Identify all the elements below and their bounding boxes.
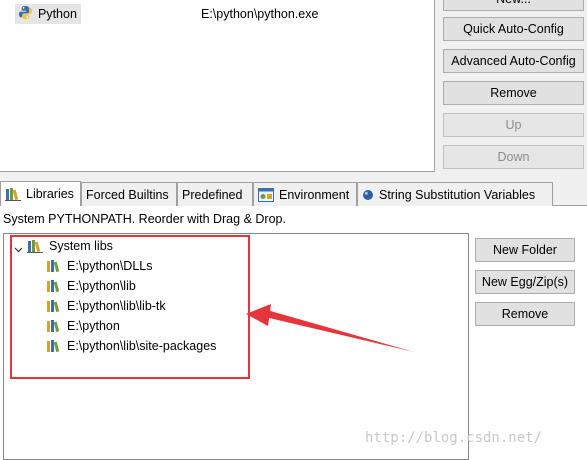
tree-item[interactable]: E:\python\lib\lib-tk — [46, 296, 166, 316]
python-icon — [18, 5, 33, 23]
interpreter-list[interactable]: Python E:\python\python.exe — [0, 0, 435, 172]
system-libs-tree[interactable]: System libs E:\python\DLLs E:\python\lib… — [3, 233, 469, 460]
tree-item[interactable]: E:\python\lib\site-packages — [46, 336, 216, 356]
interpreter-row-python[interactable]: Python E:\python\python.exe — [15, 4, 435, 24]
tab-forced-builtins-label: Forced Builtins — [86, 187, 169, 202]
tab-strip: Libraries Forced Builtins Predefined Env… — [0, 181, 587, 206]
quick-auto-config-button[interactable]: Quick Auto-Config — [443, 17, 584, 41]
tab-libraries[interactable]: Libraries — [0, 181, 81, 206]
tab-libraries-label: Libraries — [26, 187, 74, 201]
pythonpath-hint: System PYTHONPATH. Reorder with Drag & D… — [3, 212, 286, 226]
tree-item[interactable]: E:\python\DLLs — [46, 256, 152, 276]
tree-item[interactable]: E:\python\lib — [46, 276, 136, 296]
tree-item-label: E:\python\lib\site-packages — [67, 339, 217, 353]
remove-library-button[interactable]: Remove — [475, 302, 575, 326]
library-folder-icon — [46, 319, 61, 333]
new-egg-zip-button[interactable]: New Egg/Zip(s) — [475, 270, 575, 294]
tree-root-label: System libs — [49, 239, 113, 253]
library-folder-icon — [46, 279, 61, 293]
library-folder-icon — [46, 339, 61, 353]
tree-item-label: E:\python — [67, 319, 120, 333]
tab-predefined-label: Predefined — [182, 187, 243, 202]
tab-string-substitution-variables[interactable]: String Substitution Variables — [357, 182, 553, 206]
tree-item-label: E:\python\lib — [67, 279, 136, 293]
tab-environment[interactable]: Environment — [253, 182, 357, 206]
tree-item-label: E:\python\DLLs — [67, 259, 153, 273]
libraries-icon — [27, 239, 43, 253]
interpreter-executable: E:\python\python.exe — [201, 7, 319, 21]
interpreter-name-cell[interactable]: Python — [15, 4, 81, 24]
new-interpreter-button[interactable]: New... — [443, 0, 584, 11]
tab-string-substitution-label: String Substitution Variables — [379, 187, 536, 202]
tab-predefined[interactable]: Predefined — [177, 182, 253, 206]
tree-item-label: E:\python\lib\lib-tk — [67, 299, 166, 313]
up-button[interactable]: Up — [443, 113, 584, 137]
chevron-down-icon[interactable] — [14, 242, 23, 256]
tree-root-system-libs[interactable]: System libs — [27, 236, 113, 256]
variable-icon — [362, 189, 374, 201]
tab-environment-label: Environment — [279, 187, 350, 202]
remove-interpreter-button[interactable]: Remove — [443, 81, 584, 105]
tab-forced-builtins[interactable]: Forced Builtins — [81, 182, 177, 206]
down-button[interactable]: Down — [443, 145, 584, 169]
new-folder-button[interactable]: New Folder — [475, 238, 575, 262]
environment-icon — [258, 187, 274, 202]
libraries-panel: System PYTHONPATH. Reorder with Drag & D… — [0, 206, 587, 460]
watermark: http://blog.csdn.net/ — [365, 430, 543, 446]
interpreter-name: Python — [38, 7, 77, 21]
libraries-icon — [5, 187, 21, 201]
library-folder-icon — [46, 259, 61, 273]
library-folder-icon — [46, 299, 61, 313]
tree-item[interactable]: E:\python — [46, 316, 120, 336]
advanced-auto-config-button[interactable]: Advanced Auto-Config — [443, 49, 584, 73]
